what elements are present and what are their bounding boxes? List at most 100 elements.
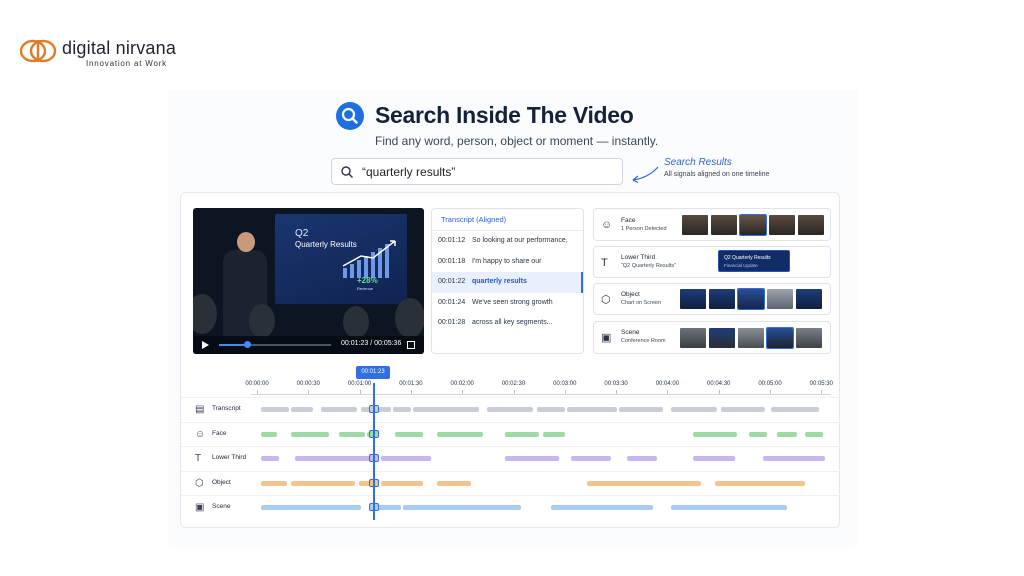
timeline-segment[interactable] (571, 456, 611, 461)
thumbnail[interactable] (709, 289, 735, 309)
thumbnail[interactable] (769, 215, 795, 235)
timeline-segment[interactable] (587, 480, 701, 486)
document-icon: ▤ (195, 404, 205, 415)
timeline-segment[interactable] (395, 431, 423, 437)
face-icon: ☺ (195, 428, 206, 440)
timeline-segment[interactable] (437, 431, 483, 437)
logo-mark-icon (19, 39, 57, 63)
signal-face[interactable]: ☺ Face 1 Person Detected (593, 208, 831, 241)
timeline-ruler (251, 394, 831, 395)
timeline-segment[interactable] (749, 431, 767, 437)
brand-name: digital nirvana (62, 38, 177, 58)
thumbnail[interactable] (739, 214, 767, 236)
audience-head (249, 304, 275, 338)
timeline-segment[interactable] (261, 431, 277, 437)
progress-bar[interactable] (219, 341, 331, 348)
video-player[interactable]: Q2 Quarterly Results +28% Revenue 00:01:… (193, 208, 424, 354)
timeline-segment[interactable] (295, 456, 375, 461)
timeline-segment[interactable] (261, 456, 279, 461)
timeline-segment[interactable] (543, 431, 565, 437)
annotation-subtitle: All signals aligned on one timeline (664, 171, 770, 178)
thumbnail[interactable] (680, 289, 706, 309)
timeline-segment[interactable] (777, 431, 797, 437)
timeline-segment[interactable] (261, 480, 287, 486)
signal-lower-third[interactable]: T Lower Third “Q2 Quarterly Results” Q2 … (593, 246, 831, 278)
annotation-arrow-icon (632, 166, 659, 184)
thumbnail[interactable] (680, 328, 706, 348)
timeline-segment[interactable] (567, 407, 617, 412)
signal-scene[interactable]: ▣ Scene Conference Room (593, 321, 831, 354)
thumbnail[interactable] (711, 215, 737, 235)
timeline-segment[interactable] (291, 431, 329, 437)
thumbnail[interactable] (767, 289, 793, 309)
signal-subtitle: 1 Person Detected (621, 226, 667, 232)
face-icon: ☺ (601, 219, 613, 231)
transcript-row[interactable]: 00:01:24 We've seen strong growth (432, 293, 583, 314)
thumbnail[interactable] (798, 215, 824, 235)
timeline-segment[interactable] (261, 505, 361, 510)
signal-subtitle: Conference Room (621, 338, 666, 344)
timeline-segment[interactable] (537, 407, 565, 412)
play-icon[interactable] (202, 341, 209, 349)
video-time: 00:01:23 / 00:05:36 (341, 340, 402, 347)
timeline-segment[interactable] (321, 407, 357, 412)
timeline-segment[interactable] (721, 407, 765, 412)
timeline-segment[interactable] (627, 456, 657, 461)
thumbnail[interactable] (682, 215, 708, 235)
thumbnail[interactable] (737, 288, 765, 310)
transcript-time: 00:01:28 (438, 319, 466, 326)
fullscreen-icon[interactable] (407, 341, 415, 349)
timeline-segment[interactable] (771, 407, 819, 412)
timeline-segment[interactable] (437, 480, 471, 486)
transcript-row[interactable]: 00:01:28 across all key segments... (432, 313, 583, 334)
timeline-segment[interactable] (671, 407, 717, 412)
timeline-segment[interactable] (413, 407, 479, 412)
timeline-segment[interactable] (619, 407, 663, 412)
timeline-segment[interactable] (505, 456, 559, 461)
playhead[interactable] (373, 383, 375, 520)
timeline-segment[interactable] (261, 407, 289, 412)
thumbnail[interactable] (796, 289, 822, 309)
track-label: Lower Third (212, 454, 247, 461)
timeline-segment[interactable] (291, 480, 355, 486)
playhead-time: 00:01:23 (356, 366, 390, 379)
timeline-segment[interactable] (715, 480, 805, 486)
video-controls: 00:01:23 / 00:05:36 (193, 336, 424, 354)
signal-title: Face (621, 217, 636, 224)
thumbnail[interactable] (766, 327, 794, 349)
timeline-segment[interactable] (693, 456, 735, 461)
transcript-text: across all key segments... (472, 319, 553, 326)
timeline-segment[interactable] (693, 431, 737, 437)
timeline-segment[interactable] (381, 480, 423, 486)
timeline-segment[interactable] (671, 505, 787, 510)
transcript-row[interactable]: 00:01:18 I'm happy to share our (432, 252, 583, 273)
timeline-track: T Lower Third (181, 446, 841, 470)
timeline-segment[interactable] (505, 431, 539, 437)
bar-chart-icon (342, 240, 396, 278)
timeline-segment[interactable] (551, 505, 653, 510)
thumbnail[interactable] (738, 328, 764, 348)
search-icon (336, 102, 364, 130)
transcript-row[interactable]: 00:01:12 So looking at our performance, (432, 231, 583, 252)
timeline-segment[interactable] (393, 407, 411, 412)
timeline-tick-label: 00:03:00 (553, 381, 577, 387)
timeline-segment[interactable] (805, 431, 823, 437)
timeline-segment[interactable] (393, 456, 431, 461)
search-value: “quarterly results” (362, 165, 456, 179)
thumbnail[interactable] (796, 328, 822, 348)
transcript-text: quarterly results (472, 278, 527, 285)
timeline-segment[interactable] (403, 505, 521, 510)
transcript-time: 00:01:24 (438, 298, 466, 306)
timeline-segment[interactable] (763, 456, 825, 461)
timeline-segment[interactable] (487, 407, 533, 412)
progress-knob[interactable] (244, 341, 251, 348)
search-input[interactable]: “quarterly results” (331, 158, 623, 185)
thumbnail[interactable] (709, 328, 735, 348)
signal-subtitle: “Q2 Quarterly Results” (621, 263, 677, 269)
timeline-segment[interactable] (291, 407, 313, 412)
timeline-tick-label: 00:05:30 (809, 381, 833, 387)
timeline-segment[interactable] (339, 431, 365, 437)
signal-object[interactable]: ⬡ Object Chart on Screen (593, 283, 831, 315)
timeline-tick-label: 00:02:00 (450, 381, 474, 387)
transcript-row[interactable]: 00:01:22 quarterly results (432, 272, 583, 293)
